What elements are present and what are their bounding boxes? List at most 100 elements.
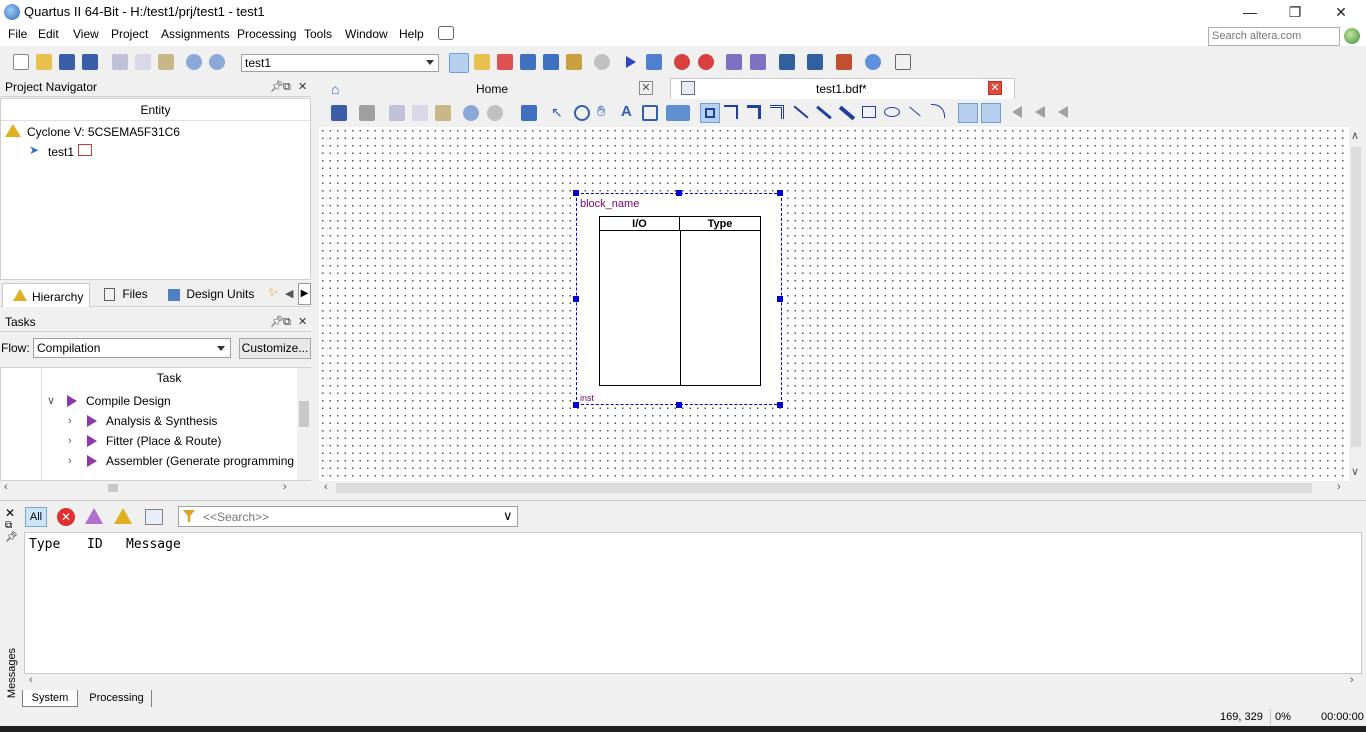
orthogonal-node-tool-icon[interactable] — [724, 105, 738, 119]
save-all-icon[interactable] — [82, 54, 98, 70]
flow-select[interactable]: Compilation — [33, 338, 231, 358]
tab-test1-bdf[interactable]: test1.bdf* ✕ — [670, 78, 1015, 99]
scroll-left-icon[interactable]: ‹ — [29, 674, 33, 686]
rotate-icon[interactable] — [1058, 106, 1068, 118]
critical-warning-filter-icon[interactable] — [85, 508, 103, 524]
block-symbol[interactable]: block_name I/O Type inst — [576, 193, 782, 405]
id-column-header[interactable]: ID — [87, 537, 103, 552]
task-row-fitter[interactable]: › Fitter (Place & Route) — [1, 431, 297, 451]
menu-window[interactable]: Window — [345, 27, 388, 41]
task-horizontal-scrollbar[interactable]: ‹ › — [0, 481, 311, 495]
redo-icon[interactable] — [487, 105, 503, 121]
float-icon[interactable]: ⧉ — [283, 314, 291, 331]
assignment-editor-icon[interactable] — [520, 54, 536, 70]
selection-tool-icon[interactable]: ↖ — [551, 104, 563, 121]
help-chat-icon[interactable] — [438, 26, 454, 40]
undo-icon[interactable] — [186, 54, 202, 70]
resize-handle[interactable] — [573, 190, 579, 196]
paste-icon[interactable] — [158, 54, 174, 70]
close-tab-icon[interactable]: ✕ — [988, 81, 1002, 95]
restore-button[interactable]: ❐ — [1272, 2, 1318, 22]
customize-button[interactable]: Customize... — [239, 338, 311, 359]
pin-icon[interactable]: 📌︎ — [270, 314, 284, 331]
new-file-icon[interactable] — [13, 54, 29, 70]
globe-icon[interactable] — [1344, 28, 1360, 44]
scroll-right-icon[interactable]: › — [283, 481, 287, 493]
timing-analyzer-icon[interactable] — [674, 54, 690, 70]
menu-view[interactable]: View — [73, 27, 99, 41]
menu-tools[interactable]: Tools — [304, 27, 332, 41]
pin-tool-icon[interactable] — [666, 105, 690, 121]
text-tool-icon[interactable]: A — [621, 103, 632, 120]
scroll-left-icon[interactable]: ‹ — [324, 481, 328, 493]
tab-files[interactable]: Files — [104, 287, 148, 302]
tab-design-units[interactable]: Design Units — [168, 287, 254, 301]
hand-tool-icon[interactable]: ✋︎ — [597, 103, 606, 120]
close-panel-icon[interactable]: ✕ — [298, 79, 307, 96]
chip-editor-icon[interactable] — [779, 54, 795, 70]
analysis-icon[interactable] — [646, 54, 662, 70]
netlist-icon[interactable] — [566, 54, 582, 70]
cut-icon[interactable] — [389, 105, 405, 121]
window-icon[interactable] — [521, 105, 537, 121]
menu-file[interactable]: File — [8, 27, 27, 41]
copy-icon[interactable] — [412, 105, 428, 121]
float-icon[interactable]: ⧉ — [283, 79, 291, 96]
message-column-header[interactable]: Message — [126, 537, 181, 552]
stop-icon[interactable] — [594, 54, 610, 70]
design-partition-icon[interactable] — [543, 54, 559, 70]
close-panel-icon[interactable]: ✕ — [298, 314, 307, 331]
save-icon[interactable] — [59, 54, 75, 70]
settings-wand-icon[interactable] — [474, 54, 490, 70]
signaltap-icon[interactable] — [836, 54, 852, 70]
search-input[interactable]: Search altera.com — [1208, 27, 1340, 46]
rectangle-tool-icon[interactable] — [862, 106, 876, 118]
tab-scroll-left-icon[interactable]: ◀ — [285, 287, 293, 300]
scrollbar-thumb[interactable] — [1351, 147, 1361, 447]
filter-all-button[interactable]: All — [25, 507, 47, 527]
tab-home[interactable]: ⌂ Home ✕ — [319, 79, 664, 99]
scrollbar-thumb[interactable] — [108, 484, 118, 492]
cut-icon[interactable] — [112, 54, 128, 70]
timequest-icon[interactable] — [698, 54, 714, 70]
device-label[interactable]: Cyclone V: 5CSEMA5F31C6 — [27, 125, 180, 139]
block-tool-icon[interactable] — [700, 103, 720, 123]
entity-row[interactable]: ➤ test1 — [1, 141, 310, 161]
undo-icon[interactable] — [463, 105, 479, 121]
menu-project[interactable]: Project — [111, 27, 148, 41]
block-diagram-canvas[interactable]: block_name I/O Type inst — [319, 127, 1349, 481]
chevron-right-icon[interactable]: › — [68, 451, 72, 471]
chevron-down-icon[interactable]: ∨ — [47, 391, 55, 411]
chip-planner-icon[interactable] — [449, 53, 469, 73]
error-filter-icon[interactable]: ✕ — [57, 508, 75, 526]
rubberbanding-icon[interactable] — [981, 103, 1001, 123]
message-horizontal-scrollbar[interactable]: ‹ › — [24, 674, 1362, 688]
task-row-synthesis[interactable]: › Analysis & Synthesis — [1, 411, 297, 431]
copy-icon[interactable] — [135, 54, 151, 70]
resize-handle[interactable] — [573, 402, 579, 408]
message-search[interactable]: <<Search>> ∨ — [178, 506, 518, 527]
orthogonal-conduit-tool-icon[interactable] — [770, 105, 784, 119]
open-folder-icon[interactable] — [36, 54, 52, 70]
minimize-button[interactable]: — — [1227, 2, 1273, 22]
scroll-down-icon[interactable]: ∨ — [1351, 465, 1359, 478]
float-icon[interactable]: ⧉ — [5, 520, 12, 531]
warning-filter-icon[interactable] — [114, 508, 132, 524]
resize-handle[interactable] — [777, 296, 783, 302]
rtl-viewer-icon[interactable] — [726, 54, 742, 70]
chevron-right-icon[interactable]: › — [68, 411, 72, 431]
block-name-label[interactable]: block_name — [580, 198, 639, 210]
scroll-right-icon[interactable]: › — [1337, 481, 1341, 493]
redo-icon[interactable] — [209, 54, 225, 70]
scrollbar-thumb[interactable] — [299, 401, 309, 427]
entity-column-header[interactable]: Entity — [1, 99, 310, 121]
print-icon[interactable] — [359, 105, 375, 121]
play-icon[interactable] — [87, 435, 97, 447]
scrollbar-thumb[interactable] — [336, 483, 1312, 493]
play-icon[interactable] — [87, 455, 97, 467]
tab-scroll-right-icon[interactable]: ▶ — [298, 283, 311, 305]
resize-handle[interactable] — [777, 190, 783, 196]
paste-icon[interactable] — [435, 105, 451, 121]
menu-edit[interactable]: Edit — [38, 27, 59, 41]
canvas-vertical-scrollbar[interactable]: ∧ ∨ — [1349, 127, 1363, 481]
